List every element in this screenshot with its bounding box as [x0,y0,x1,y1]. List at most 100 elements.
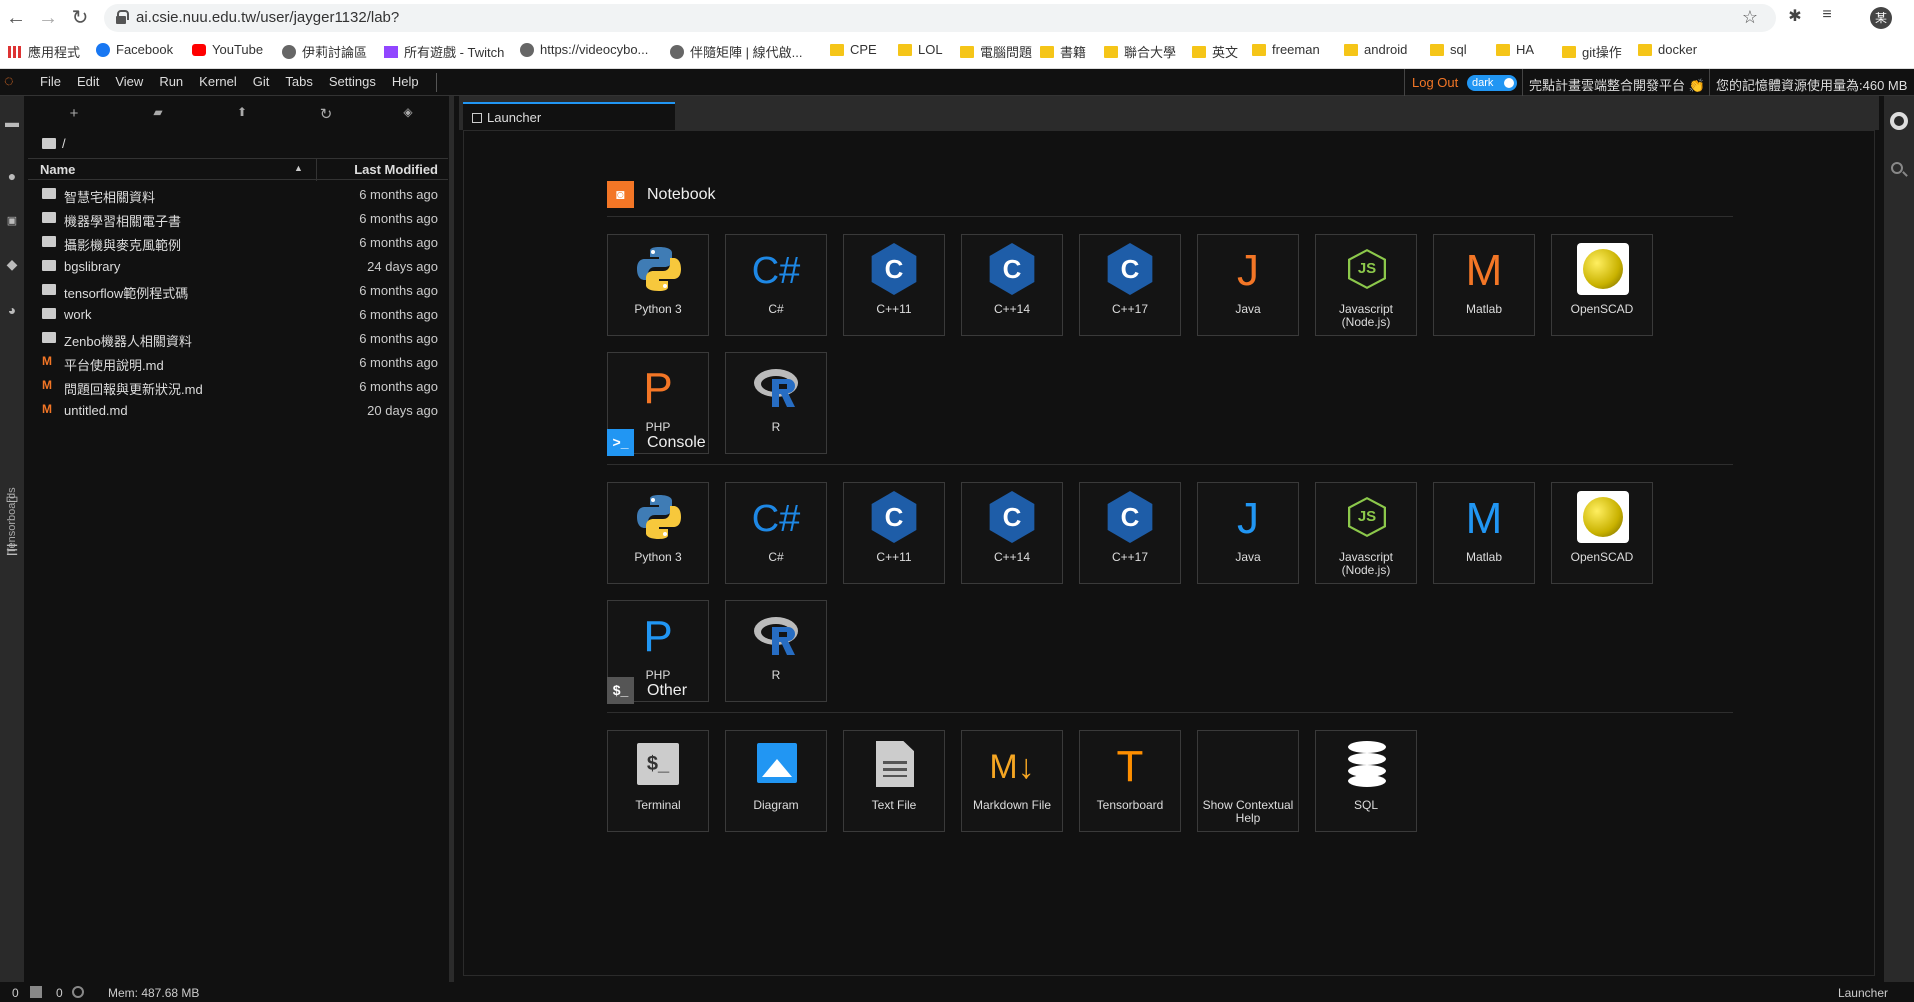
launcher-card-label: Java [1235,302,1261,316]
logout-button[interactable]: Log Out [1404,69,1465,96]
launcher-card[interactable]: C C++14 [961,234,1063,336]
extensions-icon[interactable]: ✱ [1784,6,1806,26]
commands-icon[interactable]: ▣ [3,214,21,230]
back-arrow-icon[interactable]: ← [4,6,28,30]
bookmark-item[interactable]: docker [1638,42,1697,57]
property-inspector-search-icon[interactable] [1891,162,1903,174]
theme-toggle[interactable]: dark [1467,75,1517,91]
launcher-card[interactable]: T Tensorboard [1079,730,1181,832]
sort-ascending-icon[interactable]: ▲ [294,163,303,173]
launcher-card[interactable]: C C++17 [1079,482,1181,584]
launcher-card[interactable]: SQL [1315,730,1417,832]
launcher-card[interactable]: Python 3 [607,234,709,336]
launcher-card[interactable]: C C++14 [961,482,1063,584]
git-icon[interactable]: ◆ [3,256,21,272]
file-row[interactable]: 機器學習相關電子書 6 months ago [28,206,448,230]
launcher-card[interactable]: M Matlab [1433,234,1535,336]
breadcrumb-root[interactable]: / [62,136,66,151]
menu-run[interactable]: Run [151,69,191,96]
bookmark-item[interactable]: sql [1430,42,1467,57]
git-clone-icon[interactable]: ◈ [398,105,418,119]
launcher-card[interactable]: C# C# [725,482,827,584]
launcher-card[interactable]: C# C# [725,234,827,336]
bookmark-item[interactable]: git操作 [1562,42,1622,61]
bookmark-item[interactable]: Facebook [96,42,173,57]
folder-icon [42,308,56,319]
bookmark-item[interactable]: freeman [1252,42,1320,57]
bookmark-item[interactable]: HA [1496,42,1534,57]
launcher-card[interactable]: OpenSCAD [1551,234,1653,336]
table-of-contents-icon[interactable]: ☰ [3,542,21,558]
launcher-card[interactable]: C C++11 [843,234,945,336]
tabs-icon[interactable]: ▭ [3,490,21,506]
file-row[interactable]: tensorflow範例程式碼 6 months ago [28,278,448,302]
bookmark-item[interactable]: LOL [898,42,943,57]
palette-icon[interactable]: ◕ [3,302,21,318]
bookmark-star-icon[interactable]: ☆ [1742,7,1758,28]
running-sessions-icon[interactable]: ● [3,168,21,184]
column-divider[interactable] [316,159,317,181]
launcher-card[interactable]: JS Javascript (Node.js) [1315,234,1417,336]
file-row[interactable]: bgslibrary 24 days ago [28,254,448,278]
launcher-card[interactable]: J Java [1197,234,1299,336]
launcher-card[interactable]: Text File [843,730,945,832]
bookmark-item[interactable]: https://videocybo... [520,42,648,57]
file-row[interactable]: M 平台使用說明.md 6 months ago [28,350,448,374]
menu-edit[interactable]: Edit [69,69,107,96]
menu-file[interactable]: File [32,69,69,96]
github-icon[interactable] [1890,112,1908,130]
file-row[interactable]: M 問題回報與更新狀況.md 6 months ago [28,374,448,398]
bookmark-item[interactable]: 聯合大學 [1104,42,1176,61]
address-bar[interactable]: ai.csie.nuu.edu.tw/user/jayger1132/lab? … [104,4,1776,32]
menu-settings[interactable]: Settings [321,69,384,96]
launcher-card[interactable]: Show Contextual Help [1197,730,1299,832]
bookmark-item[interactable]: 所有遊戲 - Twitch [384,42,504,61]
launcher-card[interactable]: OpenSCAD [1551,482,1653,584]
modified-column-header[interactable]: Last Modified [354,162,438,177]
menu-git[interactable]: Git [245,69,278,96]
refresh-icon[interactable]: ↻ [316,105,336,123]
launcher-card[interactable]: $_ Terminal [607,730,709,832]
launcher-card[interactable]: JS Javascript (Node.js) [1315,482,1417,584]
bookmark-item[interactable]: YouTube [192,42,263,57]
file-row[interactable]: 智慧宅相關資料 6 months ago [28,182,448,206]
file-row[interactable]: work 6 months ago [28,302,448,326]
launcher-card[interactable]: J Java [1197,482,1299,584]
file-browser-icon[interactable]: ▬ [3,114,21,130]
upload-icon[interactable]: ⬆ [232,105,252,119]
menu-kernel[interactable]: Kernel [191,69,245,96]
menu-tabs[interactable]: Tabs [277,69,320,96]
new-launcher-icon[interactable]: + [64,105,84,122]
file-row[interactable]: 攝影機與麥克風範例 6 months ago [28,230,448,254]
file-row[interactable]: Muntitled.md 20 days ago [28,398,448,422]
file-row[interactable]: Zenbo機器人相關資料 6 months ago [28,326,448,350]
bookmark-item[interactable]: 書籍 [1040,42,1086,61]
menu-help[interactable]: Help [384,69,427,96]
profile-avatar[interactable]: 某 [1870,7,1892,29]
bookmark-item[interactable]: CPE [830,42,877,57]
new-folder-icon[interactable]: ▰ [148,105,168,119]
url-text[interactable]: ai.csie.nuu.edu.tw/user/jayger1132/lab? [136,9,399,26]
launcher-card[interactable]: Python 3 [607,482,709,584]
reload-icon[interactable]: ↻ [68,6,92,30]
bookmark-item[interactable]: 伊莉討論區 [282,42,367,61]
launcher-card[interactable]: M Matlab [1433,482,1535,584]
bookmark-item[interactable]: 伴隨矩陣 | 線代啟... [670,42,802,61]
launcher-card[interactable]: M↓ Markdown File [961,730,1063,832]
breadcrumb[interactable]: / [42,136,66,151]
name-column-header[interactable]: Name [40,162,75,177]
terminal-count[interactable]: 0 [56,986,63,1000]
forward-arrow-icon[interactable]: → [36,6,60,30]
launcher-card[interactable]: C C++17 [1079,234,1181,336]
bookmark-item[interactable]: 英文 [1192,42,1238,61]
reading-list-icon[interactable]: ≡ [1816,6,1838,24]
launcher-card[interactable]: Diagram [725,730,827,832]
launcher-card[interactable]: C C++11 [843,482,945,584]
bookmark-item[interactable]: 電腦問題 [960,42,1032,61]
bookmark-item[interactable]: android [1344,42,1407,57]
tab-launcher[interactable]: Launcher [463,102,675,130]
bookmark-item[interactable]: 應用程式 [8,42,80,61]
menu-view[interactable]: View [107,69,151,96]
terminal-icon: $_ [637,743,679,785]
kernel-count[interactable]: 0 [12,986,19,1000]
